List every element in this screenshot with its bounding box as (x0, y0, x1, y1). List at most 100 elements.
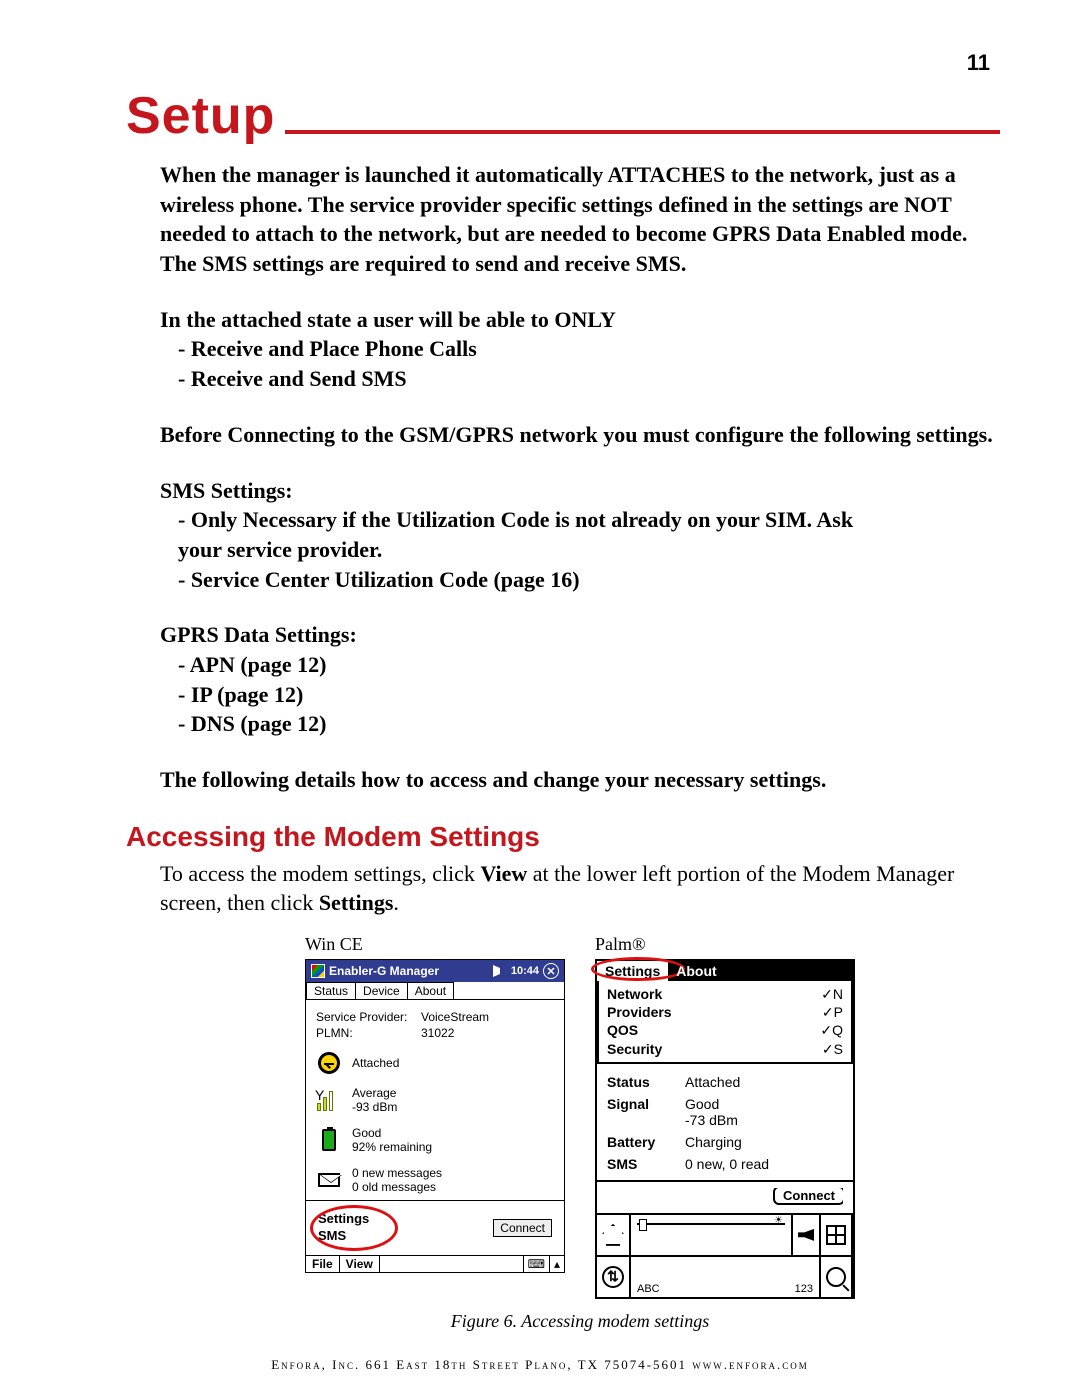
before-paragraph: Before Connecting to the GSM/GPRS networ… (160, 420, 1000, 450)
keyboard-icon[interactable]: ⌨ (523, 1256, 549, 1272)
access-settings: Settings (319, 890, 394, 915)
wince-device: Enabler-G Manager 10:44 ✕ Status Device … (305, 959, 565, 1273)
volume-icon[interactable] (793, 1215, 821, 1255)
wince-titlebar: Enabler-G Manager 10:44 ✕ (306, 960, 564, 982)
palm-signal-label: Signal (607, 1096, 685, 1128)
intro-paragraph: When the manager is launched it automati… (160, 160, 1000, 279)
wince-links: Settings SMS (318, 1211, 369, 1245)
msg-text2: 0 old messages (352, 1180, 442, 1194)
sms-heading: SMS Settings: (160, 476, 1000, 506)
plmn-value: 31022 (421, 1026, 454, 1040)
palm-status-label: Status (607, 1074, 685, 1090)
palm-body: StatusAttached SignalGood -73 dBm Batter… (597, 1064, 853, 1213)
access-paragraph: To access the modem settings, click View… (160, 859, 1000, 918)
sub-qos[interactable]: QOS (607, 1021, 638, 1039)
abc-label: ABC (637, 1283, 660, 1295)
apps-icon[interactable] (821, 1215, 853, 1255)
gprs-item-3: - DNS (page 12) (160, 709, 1000, 739)
palm-column: Palm® Settings About Network✓N Providers… (595, 934, 855, 1299)
envelope-icon (318, 1173, 340, 1187)
plmn-label: PLMN: (316, 1026, 421, 1040)
attached-item-2: - Receive and Send SMS (160, 364, 1000, 394)
gprs-item-2: - IP (page 12) (160, 680, 1000, 710)
palm-sms-label: SMS (607, 1156, 685, 1172)
wince-column: Win CE Enabler-G Manager 10:44 ✕ Status … (305, 934, 565, 1299)
palm-battery-label: Battery (607, 1134, 685, 1150)
palm-label: Palm® (595, 934, 855, 955)
sub-network[interactable]: Network (607, 985, 662, 1003)
sub-security[interactable]: Security (607, 1040, 662, 1058)
palm-battery-value: Charging (685, 1134, 742, 1150)
access-pre: To access the modem settings, click (160, 861, 480, 886)
batt-text1: Good (352, 1126, 432, 1140)
access-view: View (480, 861, 527, 886)
sc-q: ✓Q (820, 1021, 843, 1039)
sub-providers[interactable]: Providers (607, 1003, 672, 1021)
palm-device: Settings About Network✓N Providers✓P QOS… (595, 959, 855, 1299)
brightness-slider[interactable]: ☀ (631, 1215, 793, 1255)
red-line (285, 130, 1000, 134)
sms-item-1b: your service provider. (160, 535, 1000, 565)
title-row: Setup (126, 86, 1000, 146)
signal-text2: -93 dBm (352, 1100, 397, 1114)
access-post: . (393, 890, 399, 915)
windows-flag-icon (311, 964, 325, 978)
page-footer: Enfora, Inc. 661 East 18th Street Plano,… (0, 1357, 1080, 1373)
updown-icon[interactable]: ⇅ (597, 1257, 631, 1297)
sms-item-2: - Service Center Utilization Code (page … (160, 565, 1000, 595)
palm-footer: ☀ (597, 1213, 853, 1255)
signal-icon: Y (317, 1089, 341, 1111)
divider (306, 1200, 564, 1201)
tab-status[interactable]: Status (306, 982, 356, 999)
gprs-heading: GPRS Data Settings: (160, 620, 1000, 650)
palm-status-value: Attached (685, 1074, 740, 1090)
wince-app-title: Enabler-G Manager (329, 964, 489, 978)
gprs-item-1: - APN (page 12) (160, 650, 1000, 680)
msg-text1: 0 new messages (352, 1166, 442, 1180)
following-paragraph: The following details how to access and … (160, 765, 1000, 795)
palm-menu-about[interactable]: About (668, 961, 724, 981)
close-icon[interactable]: ✕ (543, 963, 559, 979)
input-area[interactable]: ABC 123 (631, 1257, 821, 1297)
wince-tabs: Status Device About (306, 982, 564, 1000)
speaker-icon (493, 965, 507, 977)
home-icon[interactable] (597, 1215, 631, 1255)
palm-menubar: Settings About (597, 961, 853, 981)
wince-time: 10:44 (511, 965, 539, 977)
tab-device[interactable]: Device (355, 982, 408, 999)
sms-item-1a: - Only Necessary if the Utilization Code… (160, 505, 1000, 535)
page-number: 11 (160, 50, 1000, 76)
sp-label: Service Provider: (316, 1010, 421, 1024)
subheading: Accessing the Modem Settings (126, 821, 1000, 853)
palm-footer-2: ⇅ ABC 123 (597, 1255, 853, 1297)
wince-body: Service Provider:VoiceStream PLMN:31022 … (306, 1000, 564, 1255)
menu-view[interactable]: View (340, 1256, 380, 1272)
attached-item-1: - Receive and Place Phone Calls (160, 334, 1000, 364)
menu-file[interactable]: File (306, 1256, 340, 1272)
main-title: Setup (126, 86, 285, 146)
palm-submenu: Network✓N Providers✓P QOS✓Q Security✓S (597, 981, 853, 1064)
link-settings[interactable]: Settings (318, 1211, 369, 1228)
attached-icon (318, 1052, 340, 1074)
sp-value: VoiceStream (421, 1010, 489, 1024)
up-arrow-icon[interactable]: ▴ (549, 1256, 564, 1272)
search-icon[interactable] (821, 1257, 853, 1297)
palm-signal-value: Good -73 dBm (685, 1096, 738, 1128)
attached-text: Attached (352, 1056, 399, 1070)
palm-menu-settings[interactable]: Settings (597, 961, 668, 981)
figure-caption: Figure 6. Accessing modem settings (160, 1311, 1000, 1332)
signal-text1: Average (352, 1086, 397, 1100)
wince-footer: File View ⌨ ▴ (306, 1255, 564, 1272)
battery-icon (322, 1129, 336, 1151)
sc-p: ✓P (822, 1003, 843, 1021)
wince-label: Win CE (305, 934, 565, 955)
connect-button[interactable]: Connect (493, 1219, 552, 1237)
link-sms[interactable]: SMS (318, 1228, 369, 1245)
divider (597, 1180, 853, 1182)
batt-text2: 92% remaining (352, 1140, 432, 1154)
sc-s: ✓S (822, 1040, 843, 1058)
tab-about[interactable]: About (407, 982, 454, 999)
num-label: 123 (795, 1283, 813, 1295)
palm-connect-button[interactable]: Connect (773, 1188, 843, 1205)
palm-sms-value: 0 new, 0 read (685, 1156, 769, 1172)
